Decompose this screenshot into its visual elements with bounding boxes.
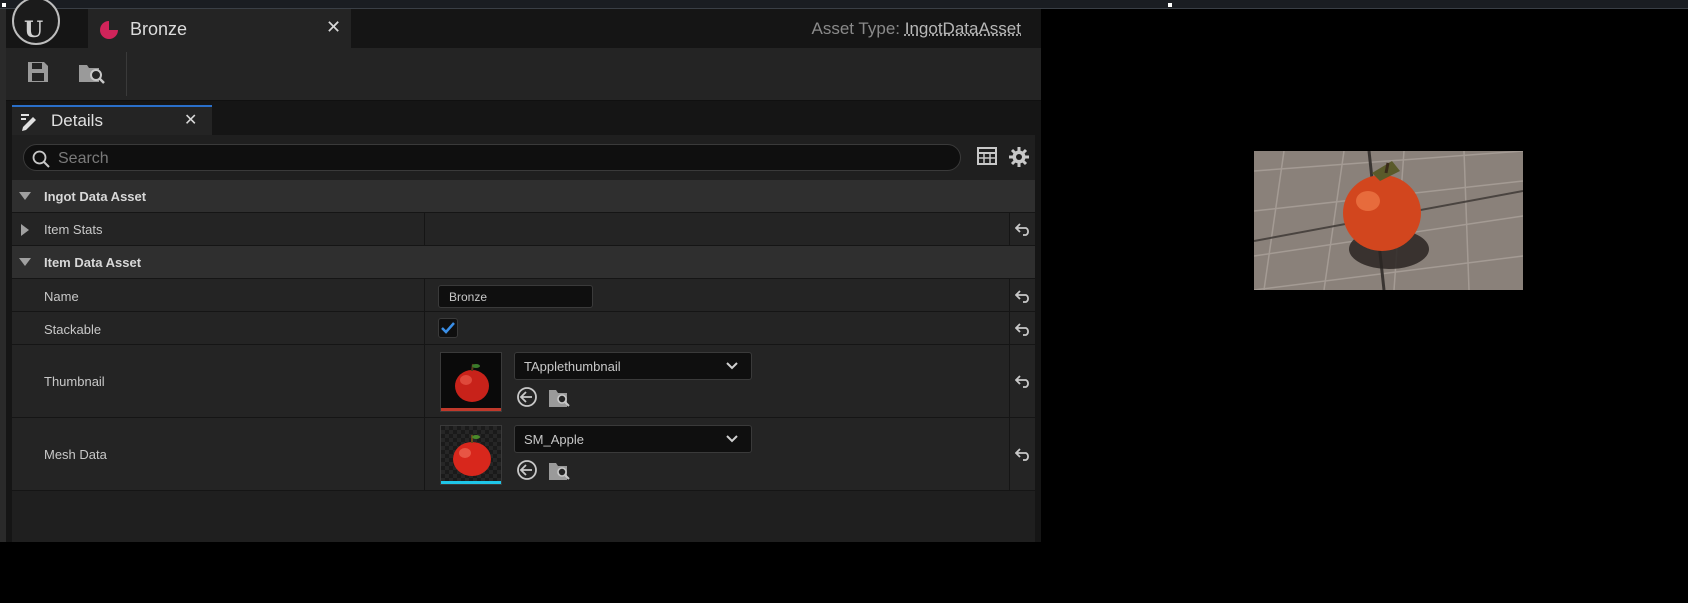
mesh-preview[interactable]	[440, 425, 502, 485]
details-tab-row: Details ✕	[6, 101, 1041, 136]
use-selected-icon	[517, 387, 537, 407]
property-label: Mesh Data	[44, 447, 107, 462]
document-tab-label: Bronze	[130, 19, 188, 39]
reset-arrow-icon[interactable]	[1015, 289, 1031, 303]
document-tab[interactable]: Bronze ✕	[88, 9, 351, 48]
name-column: Item Stats	[12, 213, 425, 245]
apple-thumbnail-image	[455, 363, 489, 402]
property-row-thumbnail: Thumbnail TApplethumbnail	[12, 345, 1035, 418]
reset-arrow-icon[interactable]	[1015, 222, 1031, 236]
use-selected-button[interactable]	[515, 385, 539, 409]
save-icon	[28, 62, 48, 82]
asset-type-label: Asset Type:	[811, 19, 901, 38]
stackable-checkbox[interactable]	[438, 318, 458, 338]
use-selected-icon	[517, 460, 537, 480]
reset-arrow-icon[interactable]	[1015, 374, 1031, 388]
browse-to-asset-button[interactable]	[547, 458, 571, 482]
apple-preview-image	[1254, 151, 1523, 290]
property-label: Name	[44, 289, 79, 304]
reset-column	[1009, 418, 1035, 490]
property-row-stackable: Stackable	[12, 312, 1035, 345]
save-button[interactable]	[24, 58, 56, 88]
asset-type-link[interactable]: IngotDataAsset	[905, 19, 1021, 38]
browse-asset-icon	[549, 463, 570, 480]
unreal-logo-icon[interactable]: U	[12, 0, 60, 45]
browse-to-asset-button[interactable]	[547, 385, 571, 409]
reset-column	[1009, 279, 1035, 311]
property-label: Item Stats	[44, 222, 103, 237]
name-field[interactable]: Bronze	[438, 285, 593, 308]
close-icon[interactable]: ✕	[184, 110, 197, 130]
thumbnail-asset-picker[interactable]: TApplethumbnail	[514, 352, 752, 380]
browse-asset-icon	[549, 390, 570, 407]
name-column: Name	[12, 279, 425, 311]
chevron-down-icon	[19, 192, 31, 200]
apple-render	[1254, 151, 1523, 290]
asset-type-color-bar	[441, 408, 501, 411]
details-tab[interactable]: Details ✕	[12, 105, 212, 136]
reset-arrow-icon[interactable]	[1015, 322, 1031, 336]
thumbnail-preview[interactable]	[440, 352, 502, 412]
search-icon	[32, 150, 50, 168]
chevron-down-icon	[726, 435, 738, 443]
property-row-mesh-data: Mesh Data SM_Apple	[12, 418, 1035, 491]
reset-column	[1009, 312, 1035, 344]
category-label: Ingot Data Asset	[44, 189, 147, 204]
category-item-data-asset[interactable]: Item Data Asset	[12, 246, 1035, 279]
search-box[interactable]	[23, 144, 961, 171]
pencil-icon	[21, 114, 36, 131]
asset-picker-value: TApplethumbnail	[524, 359, 621, 374]
reset-arrow-icon[interactable]	[1015, 447, 1031, 461]
use-selected-button[interactable]	[515, 458, 539, 482]
name-column: Thumbnail	[12, 345, 425, 417]
viewport-area	[1041, 9, 1688, 542]
chevron-down-icon	[726, 362, 738, 370]
window-marker	[2, 3, 6, 7]
details-tab-label: Details	[51, 111, 103, 130]
category-ingot-data-asset[interactable]: Ingot Data Asset	[12, 180, 1035, 213]
top-strip	[0, 0, 1688, 9]
reset-column	[1009, 345, 1035, 417]
property-label: Stackable	[44, 322, 102, 337]
gear-icon[interactable]	[1008, 146, 1030, 168]
chevron-down-icon	[19, 258, 31, 266]
close-icon[interactable]: ✕	[326, 17, 341, 38]
apple-mesh-image	[453, 435, 491, 476]
asset-picker-value: SM_Apple	[524, 432, 584, 447]
asset-type-color-bar	[441, 481, 501, 484]
search-row	[12, 135, 1035, 180]
property-label: Thumbnail	[44, 374, 105, 389]
name-column: Stackable	[12, 312, 425, 344]
asset-editor-window: U Bronze ✕ Asset Type: IngotDataAsset De…	[6, 0, 1048, 542]
browse-to-asset-button[interactable]	[76, 58, 108, 88]
property-row-item-stats: Item Stats	[12, 213, 1035, 246]
table-view-icon[interactable]	[977, 147, 997, 165]
details-panel: Ingot Data Asset Item Stats Item Data As…	[12, 135, 1035, 542]
data-asset-icon	[100, 21, 118, 39]
mesh-asset-picker[interactable]: SM_Apple	[514, 425, 752, 453]
title-bar: U Bronze ✕ Asset Type: IngotDataAsset	[6, 0, 1041, 48]
checkmark-icon	[441, 322, 455, 334]
search-input[interactable]	[56, 148, 940, 170]
toolbar-separator	[126, 52, 127, 96]
property-row-name: Name Bronze	[12, 279, 1035, 312]
window-marker	[1168, 3, 1172, 7]
reset-column	[1009, 213, 1035, 245]
name-column: Mesh Data	[12, 418, 425, 490]
asset-type-indicator: Asset Type: IngotDataAsset	[812, 19, 1022, 39]
toolbar	[6, 48, 1041, 101]
category-label: Item Data Asset	[44, 255, 142, 270]
browse-asset-icon	[79, 65, 105, 84]
chevron-right-icon[interactable]	[20, 223, 30, 237]
